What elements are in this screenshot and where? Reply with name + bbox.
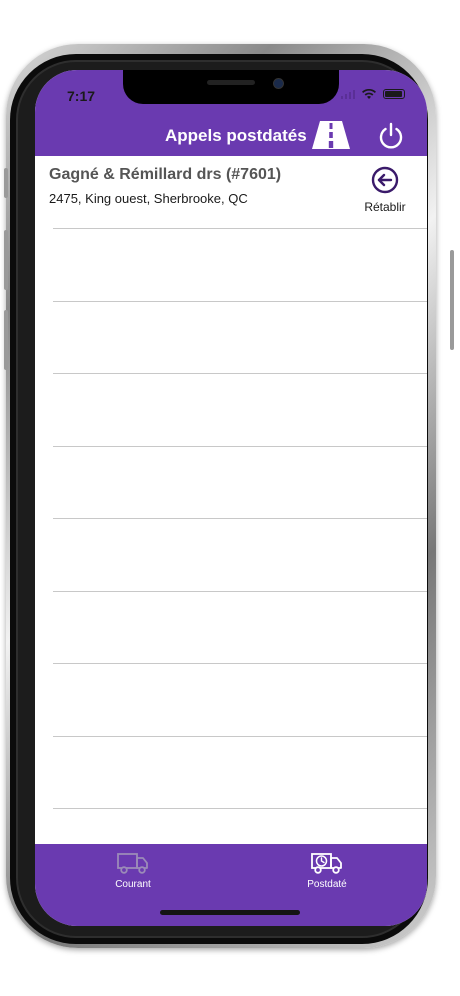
restore-label: Rétablir: [364, 200, 406, 214]
page-title: Appels postdatés: [165, 126, 307, 145]
home-indicator[interactable]: [160, 910, 300, 915]
client-address: 2475, King ouest, Sherbrooke, QC: [49, 191, 248, 206]
client-name: Gagné & Rémillard drs (#7601): [49, 166, 282, 183]
arrow-left-circle-icon: [371, 166, 399, 194]
divider: [53, 808, 427, 809]
postdated-calls-list: Gagné & Rémillard drs (#7601) 2475, King…: [35, 156, 427, 844]
divider: [53, 591, 427, 592]
battery-icon: [383, 89, 405, 99]
screen: 7:17 Appels postdatés Gagné & Rémillard …: [35, 70, 427, 926]
divider: [53, 446, 427, 447]
divider: [53, 736, 427, 737]
tab-label: Courant: [115, 879, 151, 890]
truck-icon: [117, 853, 148, 874]
tab-courant[interactable]: Courant: [73, 850, 193, 890]
power-icon[interactable]: [377, 122, 405, 150]
road-icon[interactable]: [311, 120, 351, 150]
wifi-icon: [362, 88, 376, 99]
restore-button[interactable]: Rétablir: [359, 166, 411, 218]
tab-bar: Courant Postdaté: [35, 844, 427, 926]
divider: [53, 518, 427, 519]
truck-clock-icon: [311, 853, 342, 874]
front-camera: [273, 78, 284, 89]
volume-down-button: [4, 310, 8, 370]
mute-switch: [4, 168, 8, 198]
divider: [53, 228, 427, 229]
signal-icon: [341, 89, 355, 99]
tab-postdate[interactable]: Postdaté: [267, 850, 387, 890]
status-time: 7:17: [67, 88, 96, 104]
nav-bar: Appels postdatés: [35, 120, 427, 156]
divider: [53, 373, 427, 374]
tab-label: Postdaté: [307, 879, 347, 890]
volume-up-button: [4, 230, 8, 290]
notch: [123, 70, 339, 104]
divider: [53, 301, 427, 302]
status-icons: [341, 88, 405, 100]
power-side-button: [450, 250, 454, 350]
divider: [53, 663, 427, 664]
earpiece-speaker: [207, 80, 255, 85]
